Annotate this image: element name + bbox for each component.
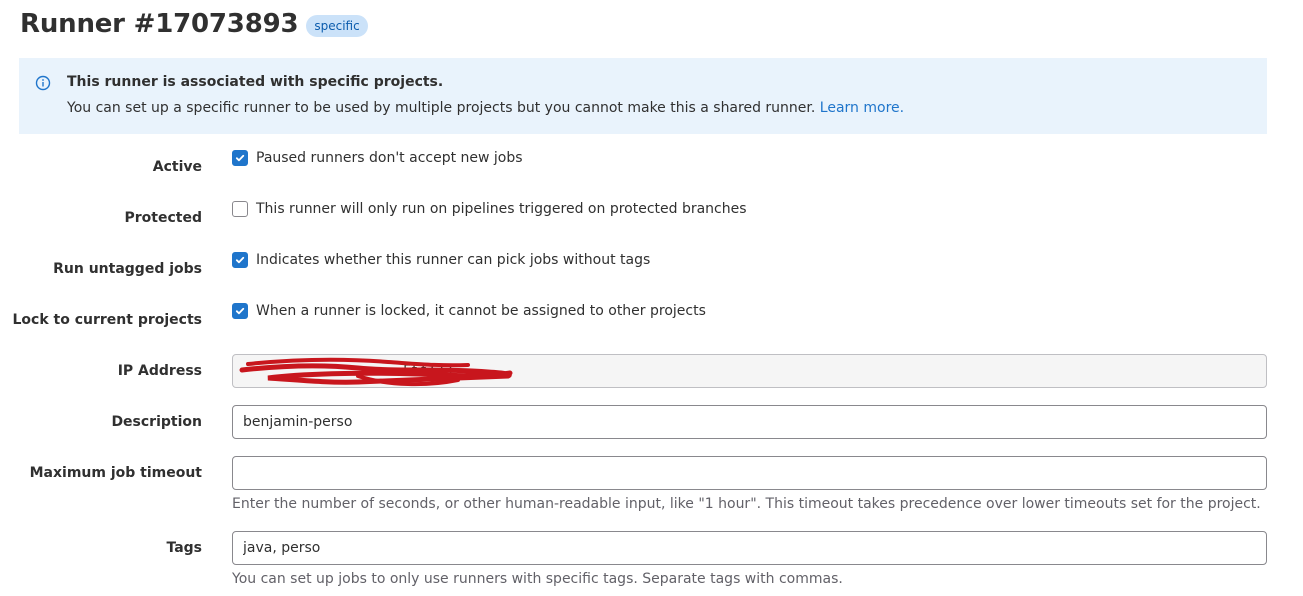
max-timeout-field[interactable] [232, 456, 1267, 490]
active-label: Active [152, 159, 202, 175]
runner-settings-page: Runner #17073893 specific This runner is… [0, 0, 1303, 596]
run-untagged-checkbox-row[interactable]: Indicates whether this runner can pick j… [232, 251, 650, 269]
ip-address-label: IP Address [117, 363, 202, 379]
active-help-text: Paused runners don't accept new jobs [256, 150, 523, 166]
lock-projects-checkbox[interactable] [232, 303, 248, 319]
learn-more-link[interactable]: Learn more. [820, 100, 904, 116]
info-icon [35, 75, 51, 91]
protected-help-text: This runner will only run on pipelines t… [256, 201, 747, 217]
title-row: Runner #17073893 specific [20, 6, 368, 42]
lock-projects-help-text: When a runner is locked, it cannot be as… [256, 303, 706, 319]
tags-label: Tags [166, 540, 202, 556]
tags-help: You can set up jobs to only use runners … [232, 571, 843, 587]
protected-checkbox-row[interactable]: This runner will only run on pipelines t… [232, 200, 747, 218]
protected-label: Protected [124, 210, 202, 226]
alert-title: This runner is associated with specific … [67, 74, 444, 90]
runner-type-badge: specific [306, 15, 368, 37]
tags-field[interactable] [232, 531, 1267, 565]
active-checkbox[interactable] [232, 150, 248, 166]
run-untagged-label: Run untagged jobs [53, 261, 202, 277]
run-untagged-help-text: Indicates whether this runner can pick j… [256, 252, 651, 268]
active-checkbox-row[interactable]: Paused runners don't accept new jobs [232, 149, 523, 167]
checkmark-icon [235, 307, 245, 315]
lock-projects-label: Lock to current projects [12, 312, 202, 328]
run-untagged-checkbox[interactable] [232, 252, 248, 268]
alert-body-text: You can set up a specific runner to be u… [67, 100, 816, 116]
lock-projects-checkbox-row[interactable]: When a runner is locked, it cannot be as… [232, 302, 706, 320]
checkmark-icon [235, 154, 245, 162]
protected-checkbox[interactable] [232, 201, 248, 217]
description-field[interactable] [232, 405, 1267, 439]
alert-body: You can set up a specific runner to be u… [67, 99, 904, 117]
info-alert: This runner is associated with specific … [19, 58, 1267, 134]
max-timeout-help: Enter the number of seconds, or other hu… [232, 496, 1261, 512]
max-timeout-label: Maximum job timeout [29, 465, 202, 481]
description-label: Description [111, 414, 202, 430]
redaction-scribble [239, 357, 513, 387]
checkmark-icon [235, 256, 245, 264]
page-title: Runner #17073893 [20, 9, 299, 39]
